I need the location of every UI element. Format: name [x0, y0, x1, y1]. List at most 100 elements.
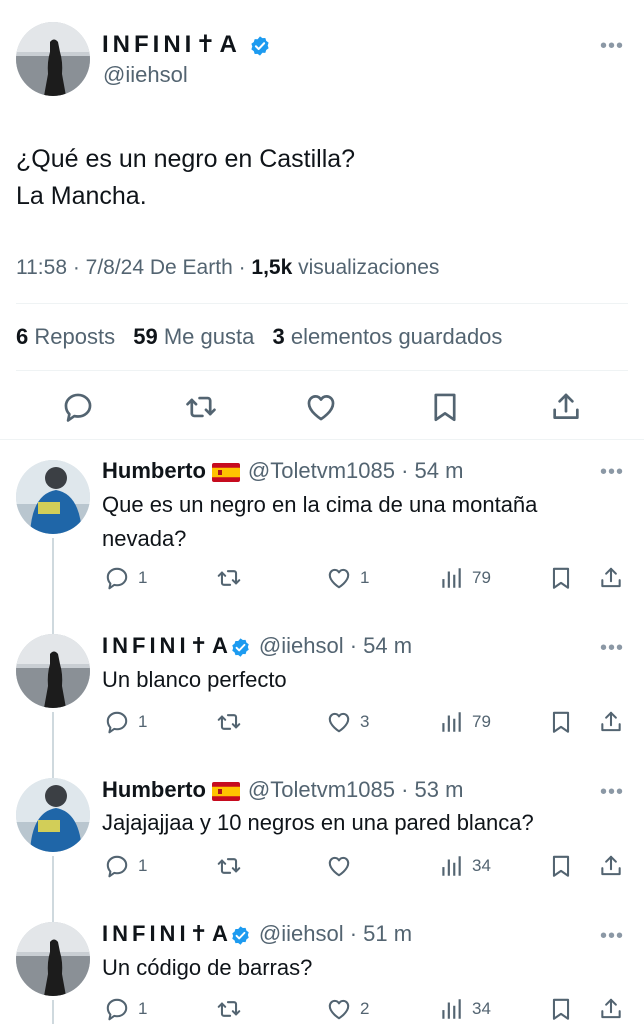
- likes-stat[interactable]: 59 Me gusta: [133, 324, 254, 349]
- share-button[interactable]: [598, 565, 624, 591]
- like-button[interactable]: 1: [326, 565, 369, 591]
- reply-text: Que es un negro en la cima de una montañ…: [102, 492, 538, 551]
- reply-header: Humberto @Toletvm1085 · 53 m: [102, 777, 463, 803]
- share-button[interactable]: [598, 853, 624, 879]
- like-button[interactable]: [304, 390, 338, 424]
- reply-author-handle[interactable]: @iiehsol: [259, 921, 344, 946]
- reposts-stat[interactable]: 6 Reposts: [16, 324, 115, 349]
- like-count: 3: [360, 712, 370, 731]
- reply-author-handle[interactable]: @Toletvm1085: [248, 777, 395, 802]
- views-button[interactable]: 34: [438, 853, 491, 879]
- reply-text: Un blanco perfecto: [102, 667, 287, 692]
- like-icon: [328, 712, 350, 733]
- like-count: 2: [360, 999, 370, 1018]
- bookmark-icon: [434, 393, 456, 422]
- repost-button[interactable]: [184, 390, 218, 424]
- divider: [16, 370, 628, 371]
- verified-badge-icon: [250, 36, 269, 56]
- more-options-icon[interactable]: •••: [600, 638, 624, 658]
- reply-avatar[interactable]: [16, 634, 90, 708]
- like-button[interactable]: 3: [326, 709, 369, 735]
- author-handle[interactable]: @iiehsol: [103, 62, 188, 88]
- tweet-text-line: ¿Qué es un negro en Castilla?: [16, 145, 356, 173]
- reply-count: 1: [138, 856, 148, 875]
- bookmark-button[interactable]: [548, 853, 574, 879]
- share-icon: [601, 711, 621, 732]
- views-button[interactable]: 34: [438, 996, 491, 1022]
- bookmarks-stat[interactable]: 3 elementos guardados: [272, 324, 502, 349]
- reply-count: 1: [138, 999, 148, 1018]
- reply-author-handle[interactable]: @Toletvm1085: [248, 458, 395, 483]
- more-options-icon[interactable]: •••: [600, 462, 624, 482]
- reply-author-name[interactable]: INFINI✝A: [102, 921, 232, 946]
- bookmark-button[interactable]: [428, 390, 462, 424]
- share-icon: [601, 855, 621, 876]
- views-button[interactable]: 79: [438, 709, 491, 735]
- spain-flag-icon: [211, 781, 240, 801]
- reply-author-handle[interactable]: @iiehsol: [259, 633, 344, 658]
- reply-author-name[interactable]: Humberto: [102, 777, 206, 802]
- like-count: 1: [360, 568, 370, 587]
- thread-connector: [52, 1000, 54, 1024]
- reply-icon: [106, 998, 128, 1021]
- repost-icon: [217, 858, 241, 874]
- verified-badge-icon: [232, 926, 249, 945]
- spain-flag-icon: [211, 462, 240, 482]
- reply-header: Humberto @Toletvm1085 · 54 m: [102, 458, 463, 484]
- reply-header: INFINI✝A @iiehsol · 54 m: [102, 633, 412, 659]
- bookmark-button[interactable]: [548, 996, 574, 1022]
- reply-avatar[interactable]: [16, 460, 90, 534]
- reply-button[interactable]: 1: [104, 565, 147, 591]
- reply-icon: [106, 711, 128, 734]
- views-label: visualizaciones: [292, 256, 440, 279]
- bookmark-button[interactable]: [548, 709, 574, 735]
- reply-text: Jajajajjaa y 10 negros en una pared blan…: [102, 810, 534, 835]
- repost-button[interactable]: [216, 709, 250, 735]
- share-icon: [601, 567, 621, 588]
- more-options-icon[interactable]: •••: [600, 926, 624, 946]
- repost-button[interactable]: [216, 565, 250, 591]
- reply-avatar[interactable]: [16, 922, 90, 996]
- like-button[interactable]: 2: [326, 996, 369, 1022]
- reply-author-name[interactable]: Humberto: [102, 458, 206, 483]
- share-button[interactable]: [598, 996, 624, 1022]
- repost-icon: [217, 570, 241, 586]
- reply-time[interactable]: · 54 m: [344, 633, 412, 658]
- reply-author-name[interactable]: INFINI✝A: [102, 633, 232, 658]
- divider: [0, 439, 644, 440]
- tweet-text-line: La Mancha.: [16, 182, 147, 210]
- like-icon: [307, 395, 335, 421]
- reply-time[interactable]: · 54 m: [395, 458, 463, 483]
- bookmark-button[interactable]: [548, 565, 574, 591]
- tweet-timestamp[interactable]: 11:58 · 7/8/24 De Earth ·: [16, 256, 251, 279]
- like-icon: [328, 856, 350, 877]
- like-button[interactable]: [326, 853, 360, 879]
- repost-button[interactable]: [216, 996, 250, 1022]
- reply-header: INFINI✝A @iiehsol · 51 m: [102, 921, 412, 947]
- reply-button[interactable]: [61, 390, 95, 424]
- reply-button[interactable]: 1: [104, 709, 147, 735]
- more-options-icon[interactable]: •••: [600, 782, 624, 802]
- repost-button[interactable]: [216, 853, 250, 879]
- views-icon: [442, 568, 461, 588]
- more-options-icon[interactable]: •••: [600, 36, 624, 56]
- views-count: 79: [472, 568, 491, 587]
- share-button[interactable]: [549, 390, 583, 424]
- reply-button[interactable]: 1: [104, 853, 147, 879]
- reply-avatar[interactable]: [16, 778, 90, 852]
- bookmark-icon: [552, 567, 570, 589]
- author-avatar[interactable]: [16, 22, 90, 96]
- engagement-stats: 6 Reposts 59 Me gusta 3 elementos guarda…: [16, 324, 502, 350]
- reply-icon: [64, 393, 92, 422]
- share-button[interactable]: [598, 709, 624, 735]
- reply-button[interactable]: 1: [104, 996, 147, 1022]
- reply-count: 1: [138, 712, 148, 731]
- reply-time[interactable]: · 51 m: [344, 921, 412, 946]
- thread-connector: [52, 712, 54, 780]
- views-button[interactable]: 79: [438, 565, 491, 591]
- reply-time[interactable]: · 53 m: [395, 777, 463, 802]
- views-icon: [442, 856, 461, 876]
- tweet-text: ¿Qué es un negro en Castilla? La Mancha.: [16, 141, 355, 215]
- author-name[interactable]: INFINI✝A: [102, 30, 271, 59]
- views-icon: [442, 712, 461, 732]
